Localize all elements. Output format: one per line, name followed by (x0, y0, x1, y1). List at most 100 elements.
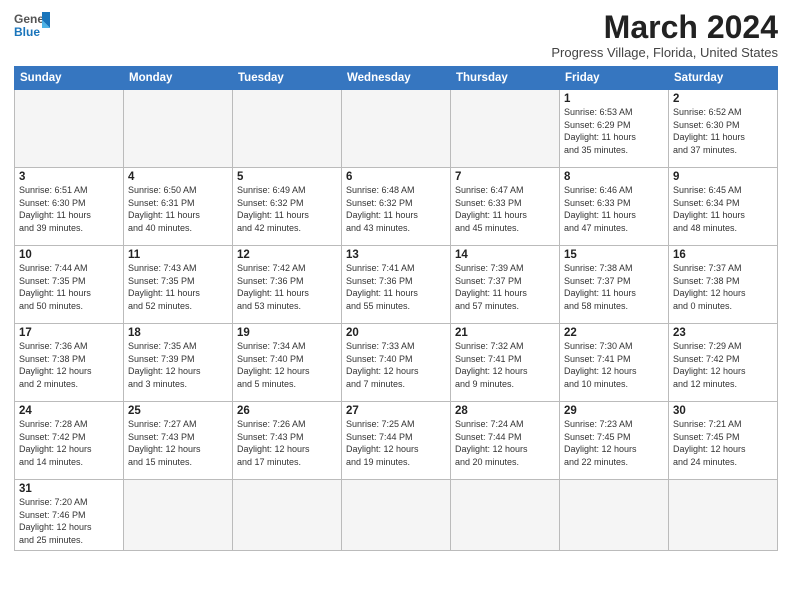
col-wednesday: Wednesday (342, 67, 451, 90)
col-sunday: Sunday (15, 67, 124, 90)
day-number: 1 (564, 93, 664, 105)
table-row (124, 480, 233, 550)
table-row: 4Sunrise: 6:50 AM Sunset: 6:31 PM Daylig… (124, 168, 233, 246)
svg-text:Blue: Blue (14, 25, 40, 39)
day-number: 13 (346, 249, 446, 261)
day-info: Sunrise: 6:50 AM Sunset: 6:31 PM Dayligh… (128, 184, 228, 234)
table-row (451, 90, 560, 168)
day-number: 27 (346, 405, 446, 417)
day-info: Sunrise: 7:32 AM Sunset: 7:41 PM Dayligh… (455, 340, 555, 390)
day-info: Sunrise: 7:28 AM Sunset: 7:42 PM Dayligh… (19, 418, 119, 468)
calendar-week-row: 31Sunrise: 7:20 AM Sunset: 7:46 PM Dayli… (15, 480, 778, 550)
table-row: 2Sunrise: 6:52 AM Sunset: 6:30 PM Daylig… (669, 90, 778, 168)
day-info: Sunrise: 7:36 AM Sunset: 7:38 PM Dayligh… (19, 340, 119, 390)
day-number: 15 (564, 249, 664, 261)
day-number: 20 (346, 327, 446, 339)
table-row: 12Sunrise: 7:42 AM Sunset: 7:36 PM Dayli… (233, 246, 342, 324)
day-info: Sunrise: 7:38 AM Sunset: 7:37 PM Dayligh… (564, 262, 664, 312)
day-info: Sunrise: 7:26 AM Sunset: 7:43 PM Dayligh… (237, 418, 337, 468)
table-row: 24Sunrise: 7:28 AM Sunset: 7:42 PM Dayli… (15, 402, 124, 480)
calendar-week-row: 1Sunrise: 6:53 AM Sunset: 6:29 PM Daylig… (15, 90, 778, 168)
day-number: 24 (19, 405, 119, 417)
table-row: 20Sunrise: 7:33 AM Sunset: 7:40 PM Dayli… (342, 324, 451, 402)
table-row (451, 480, 560, 550)
table-row: 26Sunrise: 7:26 AM Sunset: 7:43 PM Dayli… (233, 402, 342, 480)
day-info: Sunrise: 6:46 AM Sunset: 6:33 PM Dayligh… (564, 184, 664, 234)
day-info: Sunrise: 7:41 AM Sunset: 7:36 PM Dayligh… (346, 262, 446, 312)
day-info: Sunrise: 6:45 AM Sunset: 6:34 PM Dayligh… (673, 184, 773, 234)
day-number: 26 (237, 405, 337, 417)
day-number: 6 (346, 171, 446, 183)
day-number: 8 (564, 171, 664, 183)
col-tuesday: Tuesday (233, 67, 342, 90)
day-info: Sunrise: 7:43 AM Sunset: 7:35 PM Dayligh… (128, 262, 228, 312)
table-row: 5Sunrise: 6:49 AM Sunset: 6:32 PM Daylig… (233, 168, 342, 246)
header: General Blue March 2024 Progress Village… (14, 10, 778, 60)
day-number: 23 (673, 327, 773, 339)
table-row: 21Sunrise: 7:32 AM Sunset: 7:41 PM Dayli… (451, 324, 560, 402)
day-number: 30 (673, 405, 773, 417)
table-row: 16Sunrise: 7:37 AM Sunset: 7:38 PM Dayli… (669, 246, 778, 324)
day-info: Sunrise: 6:47 AM Sunset: 6:33 PM Dayligh… (455, 184, 555, 234)
day-info: Sunrise: 7:44 AM Sunset: 7:35 PM Dayligh… (19, 262, 119, 312)
day-number: 7 (455, 171, 555, 183)
day-info: Sunrise: 7:29 AM Sunset: 7:42 PM Dayligh… (673, 340, 773, 390)
table-row: 11Sunrise: 7:43 AM Sunset: 7:35 PM Dayli… (124, 246, 233, 324)
table-row (233, 480, 342, 550)
day-info: Sunrise: 6:52 AM Sunset: 6:30 PM Dayligh… (673, 106, 773, 156)
day-info: Sunrise: 7:25 AM Sunset: 7:44 PM Dayligh… (346, 418, 446, 468)
table-row: 29Sunrise: 7:23 AM Sunset: 7:45 PM Dayli… (560, 402, 669, 480)
table-row: 19Sunrise: 7:34 AM Sunset: 7:40 PM Dayli… (233, 324, 342, 402)
table-row: 6Sunrise: 6:48 AM Sunset: 6:32 PM Daylig… (342, 168, 451, 246)
day-number: 2 (673, 93, 773, 105)
table-row: 9Sunrise: 6:45 AM Sunset: 6:34 PM Daylig… (669, 168, 778, 246)
day-info: Sunrise: 6:49 AM Sunset: 6:32 PM Dayligh… (237, 184, 337, 234)
day-number: 3 (19, 171, 119, 183)
day-number: 10 (19, 249, 119, 261)
table-row: 15Sunrise: 7:38 AM Sunset: 7:37 PM Dayli… (560, 246, 669, 324)
day-info: Sunrise: 7:23 AM Sunset: 7:45 PM Dayligh… (564, 418, 664, 468)
table-row: 7Sunrise: 6:47 AM Sunset: 6:33 PM Daylig… (451, 168, 560, 246)
table-row: 14Sunrise: 7:39 AM Sunset: 7:37 PM Dayli… (451, 246, 560, 324)
day-info: Sunrise: 7:37 AM Sunset: 7:38 PM Dayligh… (673, 262, 773, 312)
table-row: 13Sunrise: 7:41 AM Sunset: 7:36 PM Dayli… (342, 246, 451, 324)
day-info: Sunrise: 7:39 AM Sunset: 7:37 PM Dayligh… (455, 262, 555, 312)
calendar-week-row: 3Sunrise: 6:51 AM Sunset: 6:30 PM Daylig… (15, 168, 778, 246)
table-row: 1Sunrise: 6:53 AM Sunset: 6:29 PM Daylig… (560, 90, 669, 168)
day-info: Sunrise: 6:48 AM Sunset: 6:32 PM Dayligh… (346, 184, 446, 234)
day-number: 31 (19, 483, 119, 495)
month-title: March 2024 (551, 10, 778, 45)
day-info: Sunrise: 7:33 AM Sunset: 7:40 PM Dayligh… (346, 340, 446, 390)
day-number: 21 (455, 327, 555, 339)
day-number: 4 (128, 171, 228, 183)
day-number: 5 (237, 171, 337, 183)
col-saturday: Saturday (669, 67, 778, 90)
day-number: 18 (128, 327, 228, 339)
day-number: 25 (128, 405, 228, 417)
table-row (342, 90, 451, 168)
subtitle: Progress Village, Florida, United States (551, 45, 778, 60)
day-number: 17 (19, 327, 119, 339)
table-row: 18Sunrise: 7:35 AM Sunset: 7:39 PM Dayli… (124, 324, 233, 402)
generalblue-logo-icon: General Blue (14, 10, 50, 42)
day-number: 28 (455, 405, 555, 417)
day-number: 19 (237, 327, 337, 339)
day-number: 12 (237, 249, 337, 261)
table-row (124, 90, 233, 168)
table-row (669, 480, 778, 550)
table-row: 28Sunrise: 7:24 AM Sunset: 7:44 PM Dayli… (451, 402, 560, 480)
day-info: Sunrise: 7:20 AM Sunset: 7:46 PM Dayligh… (19, 496, 119, 546)
table-row: 22Sunrise: 7:30 AM Sunset: 7:41 PM Dayli… (560, 324, 669, 402)
day-info: Sunrise: 7:34 AM Sunset: 7:40 PM Dayligh… (237, 340, 337, 390)
table-row: 10Sunrise: 7:44 AM Sunset: 7:35 PM Dayli… (15, 246, 124, 324)
day-info: Sunrise: 7:30 AM Sunset: 7:41 PM Dayligh… (564, 340, 664, 390)
day-info: Sunrise: 7:27 AM Sunset: 7:43 PM Dayligh… (128, 418, 228, 468)
day-number: 16 (673, 249, 773, 261)
table-row: 23Sunrise: 7:29 AM Sunset: 7:42 PM Dayli… (669, 324, 778, 402)
day-info: Sunrise: 6:53 AM Sunset: 6:29 PM Dayligh… (564, 106, 664, 156)
day-info: Sunrise: 7:24 AM Sunset: 7:44 PM Dayligh… (455, 418, 555, 468)
calendar: Sunday Monday Tuesday Wednesday Thursday… (14, 66, 778, 550)
day-info: Sunrise: 7:42 AM Sunset: 7:36 PM Dayligh… (237, 262, 337, 312)
table-row: 31Sunrise: 7:20 AM Sunset: 7:46 PM Dayli… (15, 480, 124, 550)
day-number: 11 (128, 249, 228, 261)
